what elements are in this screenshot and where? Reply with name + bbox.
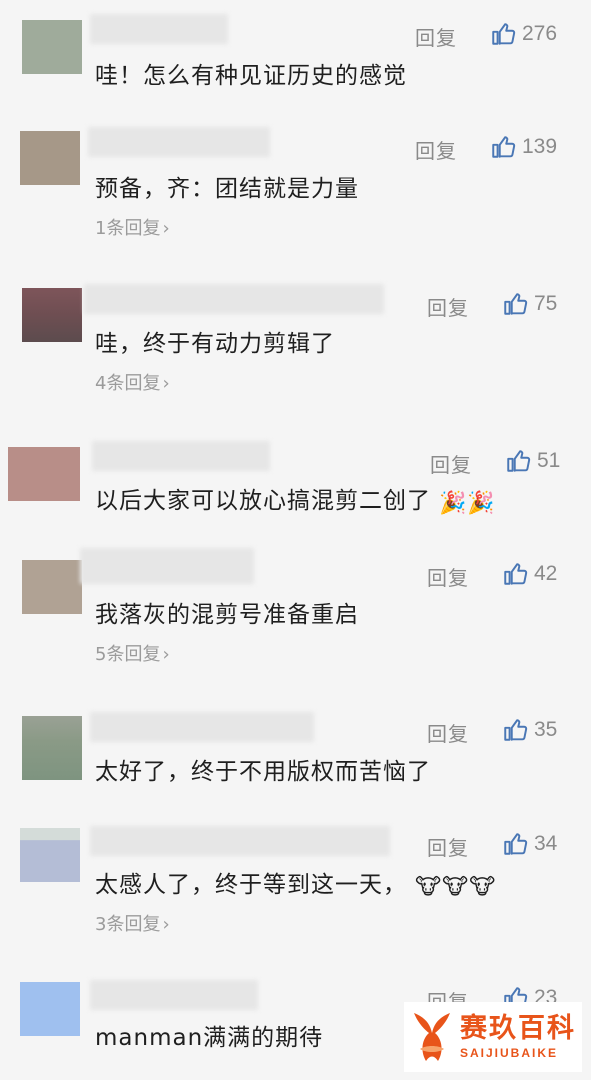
reply-button[interactable]: 回复 [415, 22, 457, 51]
view-replies-link[interactable]: 1条回复 › [95, 214, 170, 240]
replies-count-label: 4条回复 [95, 373, 161, 394]
like-button[interactable]: 51 [505, 445, 560, 477]
avatar[interactable] [22, 560, 82, 614]
view-replies-link[interactable]: 3条回复 › [95, 910, 170, 936]
chevron-right-icon: › [162, 218, 170, 239]
like-count: 34 [534, 832, 558, 855]
thumbs-up-icon [504, 563, 528, 585]
replies-count-label: 1条回复 [95, 218, 161, 239]
reply-button[interactable]: 回复 [430, 449, 472, 478]
username-blurred[interactable] [90, 712, 314, 742]
like-count: 51 [537, 449, 561, 472]
chevron-right-icon: › [162, 373, 170, 394]
username-blurred[interactable] [90, 980, 258, 1010]
like-count: 42 [534, 562, 558, 585]
avatar[interactable] [20, 982, 80, 1036]
chevron-right-icon: › [162, 644, 170, 665]
reply-button[interactable]: 回复 [415, 135, 457, 164]
username-blurred[interactable] [80, 548, 254, 584]
username-blurred[interactable] [84, 284, 384, 314]
comment-text: 哇！怎么有种见证历史的感觉 [95, 63, 407, 89]
replies-count-label: 5条回复 [95, 644, 161, 665]
like-button[interactable]: 139 [490, 131, 557, 163]
like-count: 75 [534, 292, 558, 315]
thumbs-up-icon [492, 136, 516, 158]
chevron-right-icon: › [162, 914, 170, 935]
like-count: 276 [522, 22, 558, 45]
thumbs-up-icon [492, 23, 516, 45]
like-button[interactable]: 276 [490, 18, 557, 50]
comment-text: 我落灰的混剪号准备重启 [95, 602, 359, 628]
reply-button[interactable]: 回复 [427, 718, 469, 747]
view-replies-link[interactable]: 4条回复 › [95, 369, 170, 395]
avatar[interactable] [8, 447, 80, 501]
comment-text-body: 太感人了，终于等到这一天， [95, 872, 407, 898]
like-button[interactable]: 35 [502, 714, 557, 746]
like-button[interactable]: 34 [502, 828, 557, 860]
comment-text: 以后大家可以放心搞混剪二创了 🎉🎉 [95, 481, 496, 516]
like-button[interactable]: 75 [502, 288, 557, 320]
comment-text: 太好了，终于不用版权而苦恼了 [95, 759, 431, 785]
username-blurred[interactable] [92, 441, 270, 471]
cow-face-emoji: 🐮🐮🐮 [415, 875, 497, 900]
thumbs-up-icon [507, 450, 531, 472]
avatar[interactable] [22, 716, 82, 780]
watermark-en-text: SAIJIUBAIKE [460, 1046, 559, 1060]
replies-count-label: 3条回复 [95, 914, 161, 935]
avatar[interactable] [20, 131, 80, 185]
view-replies-link[interactable]: 5条回复 › [95, 640, 170, 666]
comment-text-body: 以后大家可以放心搞混剪二创了 [95, 488, 431, 514]
watermark-logo: 赛玖百科 SAIJIUBAIKE [404, 1002, 582, 1072]
thumbs-up-icon [504, 833, 528, 855]
username-blurred[interactable] [90, 826, 390, 856]
reply-button[interactable]: 回复 [427, 562, 469, 591]
comment-text: manman满满的期待 [95, 1025, 324, 1051]
avatar[interactable] [20, 828, 80, 882]
like-count: 35 [534, 718, 558, 741]
comment-text: 预备，齐：团结就是力量 [95, 176, 359, 202]
thumbs-up-icon [504, 293, 528, 315]
reply-button[interactable]: 回复 [427, 292, 469, 321]
thumbs-up-icon [504, 719, 528, 741]
reply-button[interactable]: 回复 [427, 832, 469, 861]
party-popper-emoji: 🎉🎉 [439, 491, 496, 516]
username-blurred[interactable] [90, 14, 228, 44]
like-button[interactable]: 42 [502, 558, 557, 590]
comment-text: 哇，终于有动力剪辑了 [95, 331, 335, 357]
watermark-cn-text: 赛玖百科 [460, 1013, 576, 1044]
username-blurred[interactable] [88, 127, 270, 157]
comment-text: 太感人了，终于等到这一天， 🐮🐮🐮 [95, 865, 496, 900]
whale-tail-logo-icon [414, 1013, 450, 1061]
like-count: 139 [522, 135, 558, 158]
avatar[interactable] [22, 288, 82, 342]
avatar[interactable] [22, 20, 82, 74]
